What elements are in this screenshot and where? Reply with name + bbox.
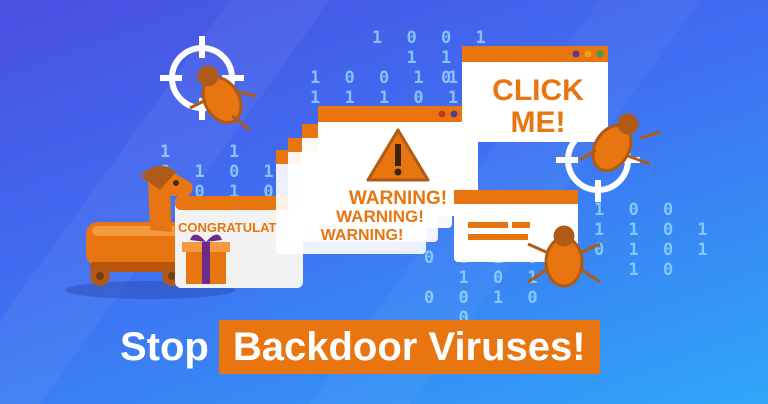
banner: 1 0 0 1 1 1 0 0 1 1 0 0 1 1 0 1 1 1 1 1 …: [0, 0, 768, 404]
warning-text: WARNING!: [336, 207, 424, 226]
headline: Stop Backdoor Viruses!: [120, 320, 600, 374]
congrats-text: CONGRATULAT: [178, 220, 277, 235]
warning-text: WARNING!: [321, 227, 404, 244]
headline-prefix: Stop: [120, 324, 209, 369]
click-me-text: ME!: [511, 106, 566, 139]
headline-highlight: Backdoor Viruses!: [218, 320, 600, 374]
warning-text: WARNING!: [349, 188, 447, 209]
click-me-text: CLICK: [492, 74, 584, 107]
